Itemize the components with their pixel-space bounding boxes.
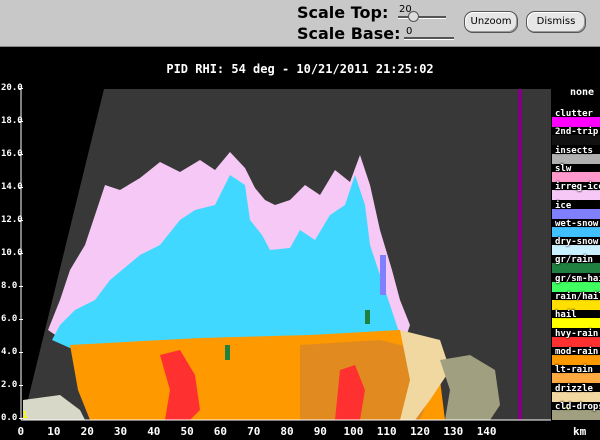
legend-label: insects (555, 145, 593, 156)
legend-item: slw (552, 163, 600, 182)
legend-label: clutter (555, 109, 593, 119)
x-tick-label: 90 (313, 425, 327, 438)
legend-item: hail (552, 310, 600, 329)
x-tick-label: 80 (280, 425, 294, 438)
legend-label: lt-rain (555, 365, 593, 376)
legend-label: hvy-rain (555, 328, 599, 339)
y-tick-label: 2.0 (1, 380, 24, 390)
legend-label: hail (555, 310, 577, 321)
legend-label: 2nd-trip (555, 127, 599, 138)
y-tick-label: 18.0 (1, 116, 23, 126)
legend-item: mod-rain (552, 346, 600, 365)
legend-label: ice (555, 200, 572, 211)
y-tick-label: 8.0 (1, 281, 24, 291)
legend-item: rain/hail (552, 292, 600, 310)
x-tick-label: 0 (17, 425, 25, 438)
legend-label: mod-rain (555, 346, 599, 357)
x-tick-label: 140 (476, 425, 497, 438)
legend-item: drizzle (552, 383, 600, 402)
x-tick-label: 20 (80, 425, 94, 438)
legend-label: slw (555, 163, 572, 174)
x-tick-label: 70 (247, 425, 261, 438)
legend-label: cld-drops (555, 401, 600, 412)
ice-patch (380, 255, 386, 295)
x-tick-label: 110 (376, 425, 397, 438)
x-tick-label: 60 (213, 425, 228, 438)
legend-item: cld-drops (552, 401, 600, 420)
x-tick-label: 30 (113, 425, 128, 438)
y-tick-label: 16.0 (1, 149, 23, 159)
legend-header: none (570, 87, 595, 98)
legend-label: irreg-ice (555, 182, 600, 193)
x-tick-label: 50 (180, 425, 194, 438)
gr-rain-patch-2 (365, 310, 370, 324)
legend-item: gr/sm-hail (552, 273, 600, 292)
y-tick-label: 10.0 (1, 248, 23, 258)
x-tick-label: 120 (410, 425, 430, 438)
legend-item: 2nd-trip (552, 127, 600, 146)
x-tick-label: 40 (147, 425, 161, 438)
legend-label: gr/sm-hail (555, 273, 600, 284)
y-tick-label: 6.0 (1, 314, 24, 324)
legend-item: irreg-ice (552, 182, 600, 201)
y-tick-label: 20.0 (1, 83, 23, 93)
x-tick-label: 10 (47, 425, 61, 438)
legend-item: dry-snow (552, 237, 600, 256)
legend-item: clutter (552, 109, 600, 127)
corner-left-label: 1 (22, 410, 29, 421)
x-axis-unit: km (573, 425, 587, 438)
legend-item: hvy-rain (552, 328, 600, 347)
y-tick-label: 4.0 (1, 347, 24, 357)
y-tick-label: 12.0 (1, 215, 23, 225)
clutter-stripe (518, 89, 522, 420)
legend-label: gr/rain (555, 255, 593, 266)
rhi-plot[interactable] (0, 0, 600, 440)
y-tick-label: 0.0 (1, 413, 24, 423)
x-tick-label: 130 (443, 425, 464, 438)
legend-item: ice (552, 200, 600, 219)
legend-item: wet-snow (552, 218, 600, 237)
legend-label: dry-snow (555, 237, 599, 248)
legend-label: drizzle (555, 383, 593, 394)
legend-item: gr/rain (552, 255, 600, 274)
gr-rain-patch (225, 345, 230, 360)
x-tick-label: 100 (343, 425, 364, 438)
y-tick-label: 14.0 (1, 182, 23, 192)
legend-item: lt-rain (552, 365, 600, 384)
legend-item: insects (552, 145, 600, 164)
legend-label: wet-snow (555, 218, 599, 229)
legend-label: rain/hail (555, 292, 600, 302)
